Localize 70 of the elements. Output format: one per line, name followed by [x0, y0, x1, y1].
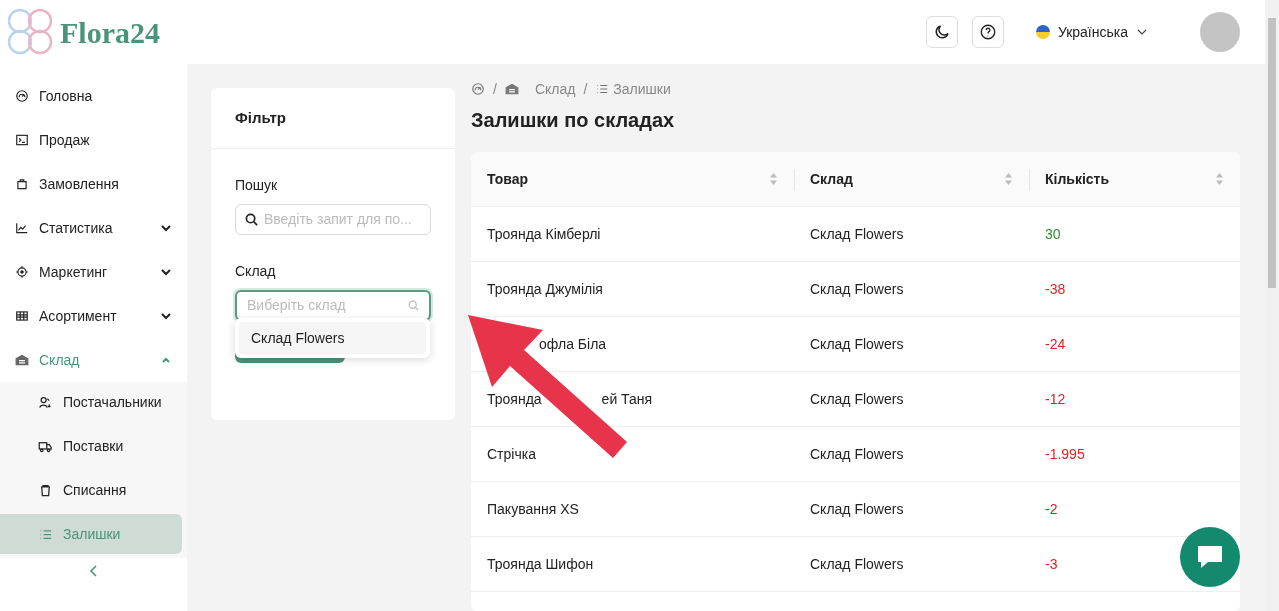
- table-cell-text: Склад Flowers: [810, 334, 904, 354]
- table-cell-text: Склад Flowers: [810, 279, 904, 299]
- sort-icon[interactable]: [1215, 172, 1224, 186]
- help-icon: [978, 23, 997, 41]
- sidebar-item[interactable]: Головна: [0, 74, 187, 118]
- table-cell-text: Склад Flowers: [810, 389, 904, 409]
- table-cell-text: -3: [1045, 554, 1058, 574]
- help-button[interactable]: [971, 16, 1004, 48]
- list-icon: [595, 82, 610, 96]
- grid-icon: [15, 309, 29, 323]
- table-cell-text: Склад Flowers: [810, 499, 904, 519]
- search-icon: [408, 299, 419, 311]
- home-link[interactable]: [471, 82, 485, 96]
- search-field[interactable]: Введіть запит для по...: [235, 203, 431, 235]
- sort-icon[interactable]: [1004, 172, 1013, 186]
- sidebar-item[interactable]: Маркетинг: [0, 250, 187, 294]
- dark-mode-button[interactable]: [925, 16, 958, 48]
- field-label: Пошук: [235, 175, 279, 195]
- sidebar-item[interactable]: Статистика: [0, 206, 187, 250]
- sidebar-item[interactable]: Продаж: [0, 118, 187, 162]
- table-cell-text: Склад Flowers: [810, 554, 904, 574]
- people-icon: [38, 394, 53, 410]
- table-cell-text: офла Біла: [539, 334, 607, 354]
- gauge-icon: [15, 89, 29, 103]
- table-cell-text: Троянда Шифон: [487, 554, 594, 574]
- field-label: Склад: [235, 261, 277, 281]
- bag-icon: [15, 177, 29, 191]
- language-selector[interactable]: Українська: [1035, 21, 1148, 43]
- search-icon: [245, 212, 258, 226]
- column-header[interactable]: Кількість: [1045, 168, 1215, 190]
- panel-title: Фільтр: [211, 88, 455, 149]
- table-cell-text: -12: [1045, 389, 1066, 409]
- breadcrumb-separator: /: [493, 79, 497, 99]
- table-cell-text: Троянда Кімберлі: [487, 224, 601, 244]
- table-cell-text: -38: [1045, 279, 1066, 299]
- breadcrumb-separator: /: [583, 79, 588, 99]
- sort-icon[interactable]: [769, 172, 778, 186]
- table-cell-text: Склад Flowers: [810, 224, 904, 244]
- table-cell-text: Стрічка: [487, 444, 536, 464]
- table-cell-text: 30: [1045, 224, 1061, 244]
- trash-icon: [38, 482, 53, 498]
- gauge-icon: [471, 82, 485, 96]
- page-title: Залишки по складах: [471, 108, 676, 133]
- target-icon: [15, 265, 29, 279]
- sidebar-item[interactable]: Замовлення: [0, 162, 187, 206]
- table-cell-text: Троянда Джумілія: [487, 279, 603, 299]
- sidebar-item[interactable]: Асортимент: [0, 294, 187, 338]
- line-chart-icon: [15, 221, 29, 235]
- collapse-icon[interactable]: [87, 564, 100, 578]
- table-cell-text: -1.995: [1045, 444, 1085, 464]
- table-cell-text: Склад Flowers: [810, 444, 904, 464]
- warehouse-select[interactable]: Виберіть склад: [235, 289, 431, 321]
- flag-icon: [1035, 25, 1050, 39]
- table-cell-text: ей Таня: [601, 389, 653, 409]
- brand-name: Flora24: [60, 14, 160, 51]
- table-cell-text: Пакування XS: [487, 499, 579, 519]
- sidebar-subitem[interactable]: Списання: [0, 470, 182, 510]
- table-cell-text: -2: [1045, 499, 1058, 519]
- sidebar-subitem[interactable]: Поставки: [0, 426, 182, 466]
- table-cell-text: Троянда: [487, 389, 542, 409]
- sidebar-item[interactable]: Склад: [0, 338, 187, 382]
- column-header[interactable]: Товар: [487, 168, 769, 190]
- terminal-icon: [15, 133, 29, 147]
- warehouse-icon: [504, 82, 519, 96]
- dropdown-option[interactable]: Склад Flowers: [239, 322, 426, 354]
- column-header[interactable]: Склад: [810, 168, 1004, 190]
- chat-icon: [1196, 544, 1224, 570]
- table-cell-text: -24: [1045, 334, 1066, 354]
- warehouse-icon: [15, 353, 29, 367]
- sidebar-subitem[interactable]: Постачальники: [0, 382, 182, 422]
